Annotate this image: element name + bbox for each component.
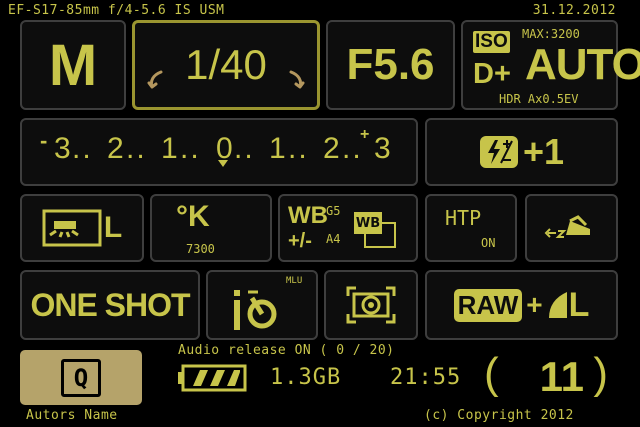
- evaluative-metering-icon: [346, 286, 396, 324]
- shots-remaining: ( 11 ): [484, 349, 608, 401]
- q-icon: Q: [61, 358, 101, 397]
- clock-time: 21:55: [390, 365, 462, 390]
- self-timer-icon: [234, 290, 277, 330]
- exposure-dots: ..: [234, 132, 255, 165]
- af-mode-button[interactable]: ONE SHOT: [20, 270, 200, 340]
- exposure-pointer-icon: [218, 160, 228, 167]
- exposure-tick-plus3: 3: [374, 132, 391, 165]
- exposure-tick-plus1: 1: [269, 132, 286, 165]
- white-balance-label: L: [103, 211, 123, 244]
- author-name: Autors Name: [26, 408, 118, 423]
- bracket-left: (: [484, 349, 499, 398]
- chevron-right-icon: [289, 70, 305, 89]
- aperture-button[interactable]: F5.6: [326, 20, 455, 110]
- color-temperature-button[interactable]: °K 7300: [150, 194, 272, 262]
- wb-shift-button[interactable]: WB +/- G5 A4 WB: [278, 194, 418, 262]
- wb-shift-green: G5: [326, 204, 341, 218]
- bracket-right: ): [593, 349, 608, 398]
- af-mode-label: ONE SHOT: [30, 286, 190, 323]
- aperture-value: F5.6: [346, 40, 435, 89]
- shots-count: 11: [539, 353, 584, 400]
- shooting-mode-button[interactable]: M: [20, 20, 126, 110]
- exposure-tick-minus2: 2: [107, 132, 124, 165]
- shutter-speed-button[interactable]: 1/40: [132, 20, 320, 110]
- quality-plus: +: [526, 289, 543, 320]
- shutter-speed-value: 1/40: [185, 41, 267, 88]
- jpeg-size: L: [568, 285, 590, 324]
- wb-bracket-icon: WB: [354, 210, 396, 248]
- mlu-label: MLU: [286, 276, 303, 286]
- wb-shift-plusminus: +/-: [288, 230, 312, 252]
- quick-control-button[interactable]: Q: [20, 350, 142, 405]
- iso-button[interactable]: ISO MAX:3200 D+ AUTO HDR Ax0.5EV: [461, 20, 640, 110]
- date: 31.12.2012: [532, 3, 616, 18]
- exposure-dots: ..: [288, 132, 309, 165]
- iso-badge: ISO: [473, 31, 510, 53]
- flash-comp-value: +1: [522, 131, 565, 172]
- ae-lock-icon: [544, 215, 590, 238]
- exposure-plus-sign: +: [360, 126, 370, 143]
- white-balance-fluorescent-icon: [42, 209, 102, 247]
- wb-shift-amber: A4: [326, 232, 341, 246]
- exposure-dots: ..: [126, 132, 147, 165]
- iso-value: AUTO: [525, 40, 640, 89]
- white-balance-button[interactable]: L: [20, 194, 144, 262]
- exposure-tick-plus2: 2: [323, 132, 340, 165]
- metering-mode-button[interactable]: [324, 270, 418, 340]
- kelvin-value: 7300: [186, 242, 215, 256]
- battery-icon: [178, 364, 247, 392]
- chevron-left-icon: [147, 70, 163, 89]
- iso-highlight-priority: D+: [473, 58, 511, 90]
- htp-state: ON: [481, 236, 496, 250]
- exposure-tick-minus1: 1: [161, 132, 178, 165]
- kelvin-symbol: °K: [176, 200, 210, 233]
- htp-label: HTP: [445, 206, 482, 230]
- iso-max: MAX:3200: [522, 27, 580, 41]
- copyright: (c) Copyright 2012: [424, 408, 574, 423]
- hdr-info: HDR Ax0.5EV: [499, 92, 579, 106]
- raw-badge: RAW: [453, 288, 523, 322]
- lens-info: EF-S17-85mm f/4-5.6 IS USM: [8, 3, 225, 18]
- exposure-tick-minus3: 3: [54, 132, 71, 165]
- exposure-scale[interactable]: - 3 .. 2 .. 1 .. 0 .. 1 .. 2 .. + 3: [20, 118, 418, 186]
- drive-mode-button[interactable]: [525, 194, 618, 262]
- htp-button[interactable]: HTP ON: [425, 194, 517, 262]
- image-quality-button[interactable]: RAW + L: [425, 270, 618, 340]
- self-timer-button[interactable]: MLU: [206, 270, 318, 340]
- audio-release-status: Audio release ON ( 0 / 20): [178, 343, 395, 358]
- exposure-dots: ..: [72, 132, 93, 165]
- exposure-minus-sign: -: [40, 128, 48, 153]
- exposure-dots: ..: [180, 132, 201, 165]
- flash-exposure-comp-icon: [479, 136, 518, 168]
- flash-compensation-button[interactable]: +1: [425, 118, 618, 186]
- jpeg-fine-icon: [548, 292, 567, 318]
- shooting-mode-label: M: [48, 32, 98, 98]
- storage-remaining: 1.3GB: [270, 365, 342, 390]
- wb-shift-label: WB: [288, 202, 328, 229]
